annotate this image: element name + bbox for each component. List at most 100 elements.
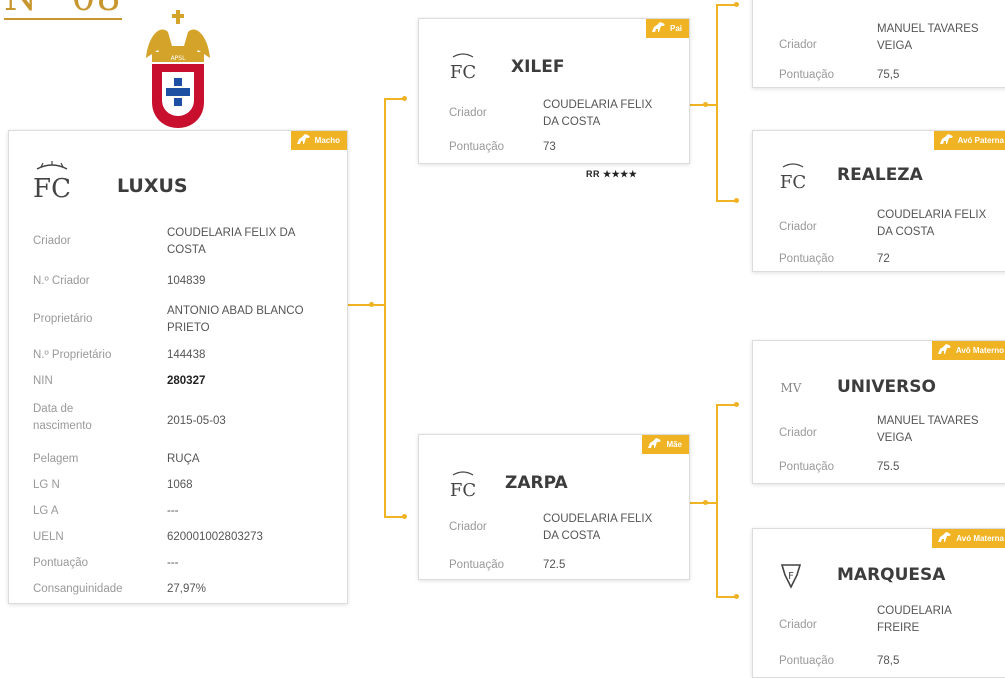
field-value: 72.5 [543, 559, 566, 571]
svg-text:FC: FC [33, 174, 71, 203]
connector [716, 404, 718, 598]
horse-icon [938, 532, 952, 542]
field-value: RUÇA [167, 453, 200, 465]
horse-name: LUXUS [117, 175, 188, 197]
horse-card-sire[interactable]: Pai FC XILEF Criador COUDELARIA FELIX DA… [418, 18, 690, 164]
badge-label: Avó Paterna [957, 136, 1004, 145]
connector [716, 200, 736, 202]
connector-dot [703, 500, 708, 505]
horse-icon [651, 22, 665, 32]
badge-relation: Mãe [642, 435, 689, 454]
field-label: Pontuação [779, 69, 834, 81]
badge-label: Avô Materno [955, 346, 1004, 355]
connector [384, 98, 386, 518]
badge-relation: Avô Materno [931, 341, 1005, 360]
svg-text:F: F [788, 571, 794, 582]
horse-card-paternal-grandsire[interactable]: Criador MANUEL TAVARES VEIGA Pontuação 7… [752, 0, 1005, 88]
breeder-mark-icon: FC [31, 161, 73, 208]
connector [716, 4, 736, 6]
field-label: Data de nascimento [33, 403, 92, 432]
field-value: COUDELARIA FELIX DA COSTA [543, 513, 653, 542]
field-label: LG N [33, 479, 60, 491]
field-value: 280327 [167, 375, 206, 387]
field-label: Pelagem [33, 453, 79, 465]
connector [348, 304, 384, 306]
svg-text:FC: FC [780, 172, 806, 193]
field-label: Pontuação [779, 461, 834, 473]
field-label: LG A [33, 505, 59, 517]
horse-card-maternal-granddam[interactable]: Avó Materna F MARQUESA Criador COUDELARI… [752, 528, 1005, 678]
coat-of-arms-icon: APSL [146, 10, 210, 128]
breeder-mark-icon: F [779, 561, 803, 596]
field-value: 144438 [167, 349, 206, 361]
field-value: COUDELARIA FELIX DA COSTA [877, 209, 987, 238]
connector-dot [369, 302, 374, 307]
field-label: Pontuação [33, 557, 88, 569]
field-value: 27,97% [167, 583, 207, 595]
connector [384, 98, 404, 100]
field-label: Pontuação [779, 655, 834, 667]
field-label: Criador [779, 427, 817, 439]
lot-number: N° 08 [4, 0, 122, 20]
field-value: 75,5 [877, 69, 900, 81]
svg-text:FC: FC [450, 480, 476, 501]
svg-text:FC: FC [450, 62, 476, 83]
field-label: Criador [449, 107, 487, 119]
connector [716, 596, 736, 598]
field-value: COUDELARIA FELIX DA COSTA [167, 227, 295, 256]
connector [716, 4, 718, 202]
field-value: COUDELARIA FREIRE [877, 605, 952, 634]
horse-name: REALEZA [837, 165, 923, 185]
field-label: Criador [449, 521, 487, 533]
breeder-mark-icon: MV [779, 375, 803, 404]
connector-dot [734, 402, 739, 407]
horse-card-main[interactable]: Macho FC LUXUS Criador COUDELARIA FELIX … [8, 130, 348, 604]
field-label: Pontuação [779, 253, 834, 265]
breeder-mark-icon: FC [449, 469, 477, 506]
field-value: 104839 [167, 275, 206, 287]
horse-card-maternal-grandsire[interactable]: Avô Materno MV UNIVERSO Criador MANUEL T… [752, 340, 1005, 484]
field-value: MANUEL TAVARES VEIGA [877, 415, 979, 444]
badge-relation: Avó Paterna [933, 131, 1005, 150]
badge-label: Macho [314, 136, 340, 145]
connector-dot [703, 102, 708, 107]
field-value: MANUEL TAVARES VEIGA [877, 23, 979, 52]
horse-card-paternal-granddam[interactable]: Avó Paterna FC REALEZA Criador COUDELARI… [752, 130, 1005, 272]
horse-name: UNIVERSO [837, 377, 936, 397]
field-value: 73 [543, 141, 556, 153]
connector-dot [734, 198, 739, 203]
field-value: 2015-05-03 [167, 415, 226, 427]
svg-text:MV: MV [781, 381, 802, 395]
connector-dot [734, 594, 739, 599]
badge-label: Avó Materna [956, 534, 1004, 543]
svg-text:APSL: APSL [171, 55, 187, 62]
horse-name: XILEF [511, 57, 565, 77]
field-value: --- [167, 505, 179, 517]
badge-relation: Pai [645, 19, 689, 38]
field-label: Consanguinidade [33, 583, 123, 595]
field-value: 75.5 [877, 461, 900, 473]
field-value: --- [167, 557, 179, 569]
field-label: Pontuação [449, 141, 504, 153]
field-label: Criador [779, 221, 817, 233]
badge-label: Mãe [666, 440, 682, 449]
connector-dot [402, 514, 407, 519]
field-value: COUDELARIA FELIX DA COSTA [543, 99, 653, 128]
badge-label: Pai [669, 24, 682, 33]
horse-icon [939, 134, 953, 144]
field-label: NIN [33, 375, 53, 387]
badge-sex: Macho [290, 131, 347, 150]
horse-icon [296, 134, 310, 144]
field-label: N.º Criador [33, 275, 90, 287]
field-value: 620001002803273 [167, 531, 263, 543]
breeder-mark-icon: FC [779, 161, 807, 198]
horse-icon [648, 438, 662, 448]
horse-card-dam[interactable]: Mãe FC ZARPA Criador COUDELARIA FELIX DA… [418, 434, 690, 580]
connector [384, 516, 404, 518]
breeder-mark-icon: FC [449, 51, 477, 88]
field-label: N.º Proprietário [33, 349, 112, 361]
horse-name: MARQUESA [837, 565, 946, 585]
field-label: Criador [33, 235, 71, 247]
field-value: 78,5 [877, 655, 900, 667]
field-label: Proprietário [33, 313, 93, 325]
